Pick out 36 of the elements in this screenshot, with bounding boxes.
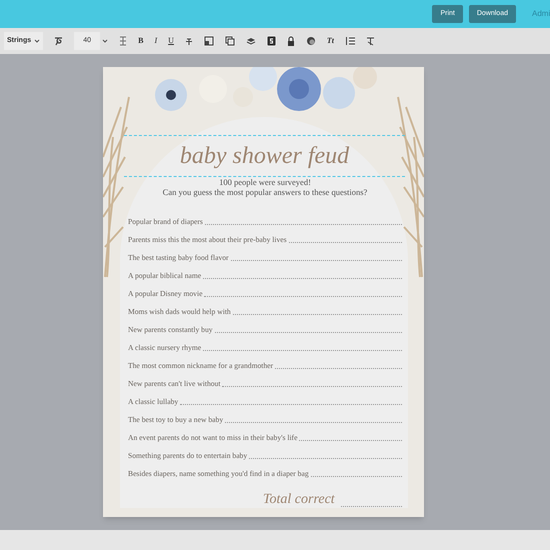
fill-in-line[interactable] — [249, 458, 402, 459]
total-correct-label: Total correct — [263, 491, 335, 509]
fill-in-line[interactable] — [230, 260, 402, 261]
duplicate-icon[interactable] — [224, 36, 235, 46]
line-height-icon[interactable] — [119, 36, 128, 46]
subtitle-text: 100 people were surveyed! — [219, 177, 311, 187]
fill-in-line[interactable] — [310, 476, 402, 477]
document-title: baby shower feud — [180, 142, 350, 171]
fill-in-line[interactable] — [299, 440, 402, 441]
subtitle-text: Can you guess the most popular answers to these questions? — [162, 187, 368, 197]
list-icon[interactable] — [345, 36, 356, 46]
fill-in-line[interactable] — [275, 368, 402, 369]
fill-in-line[interactable] — [214, 332, 402, 333]
chevron-down-icon[interactable] — [102, 39, 108, 43]
fill-in-line[interactable] — [232, 314, 402, 315]
chevron-down-icon — [34, 39, 40, 43]
fill-in-line[interactable] — [340, 506, 402, 507]
layers-icon[interactable] — [246, 36, 256, 46]
fill-in-line[interactable] — [222, 386, 402, 387]
fill-in-line[interactable] — [203, 278, 402, 279]
fill-in-line[interactable] — [203, 350, 402, 351]
underline-button[interactable]: U — [168, 35, 174, 47]
fill-in-line[interactable] — [225, 422, 402, 423]
fill-in-line[interactable] — [180, 404, 402, 405]
fill-in-line[interactable] — [288, 242, 402, 243]
fill-in-line[interactable] — [204, 224, 402, 225]
color-icon[interactable] — [306, 36, 316, 46]
lock-icon[interactable] — [286, 36, 295, 46]
text-size-button[interactable]: Tt — [326, 35, 334, 47]
italic-button[interactable]: I — [154, 35, 158, 47]
resize-icon[interactable] — [204, 36, 214, 46]
clear-format-icon[interactable] — [366, 36, 376, 46]
strikethrough-icon[interactable] — [184, 36, 193, 46]
font-style-icon[interactable] — [54, 36, 64, 46]
bold-button[interactable]: B — [138, 35, 144, 47]
fill-in-line[interactable] — [204, 296, 402, 297]
